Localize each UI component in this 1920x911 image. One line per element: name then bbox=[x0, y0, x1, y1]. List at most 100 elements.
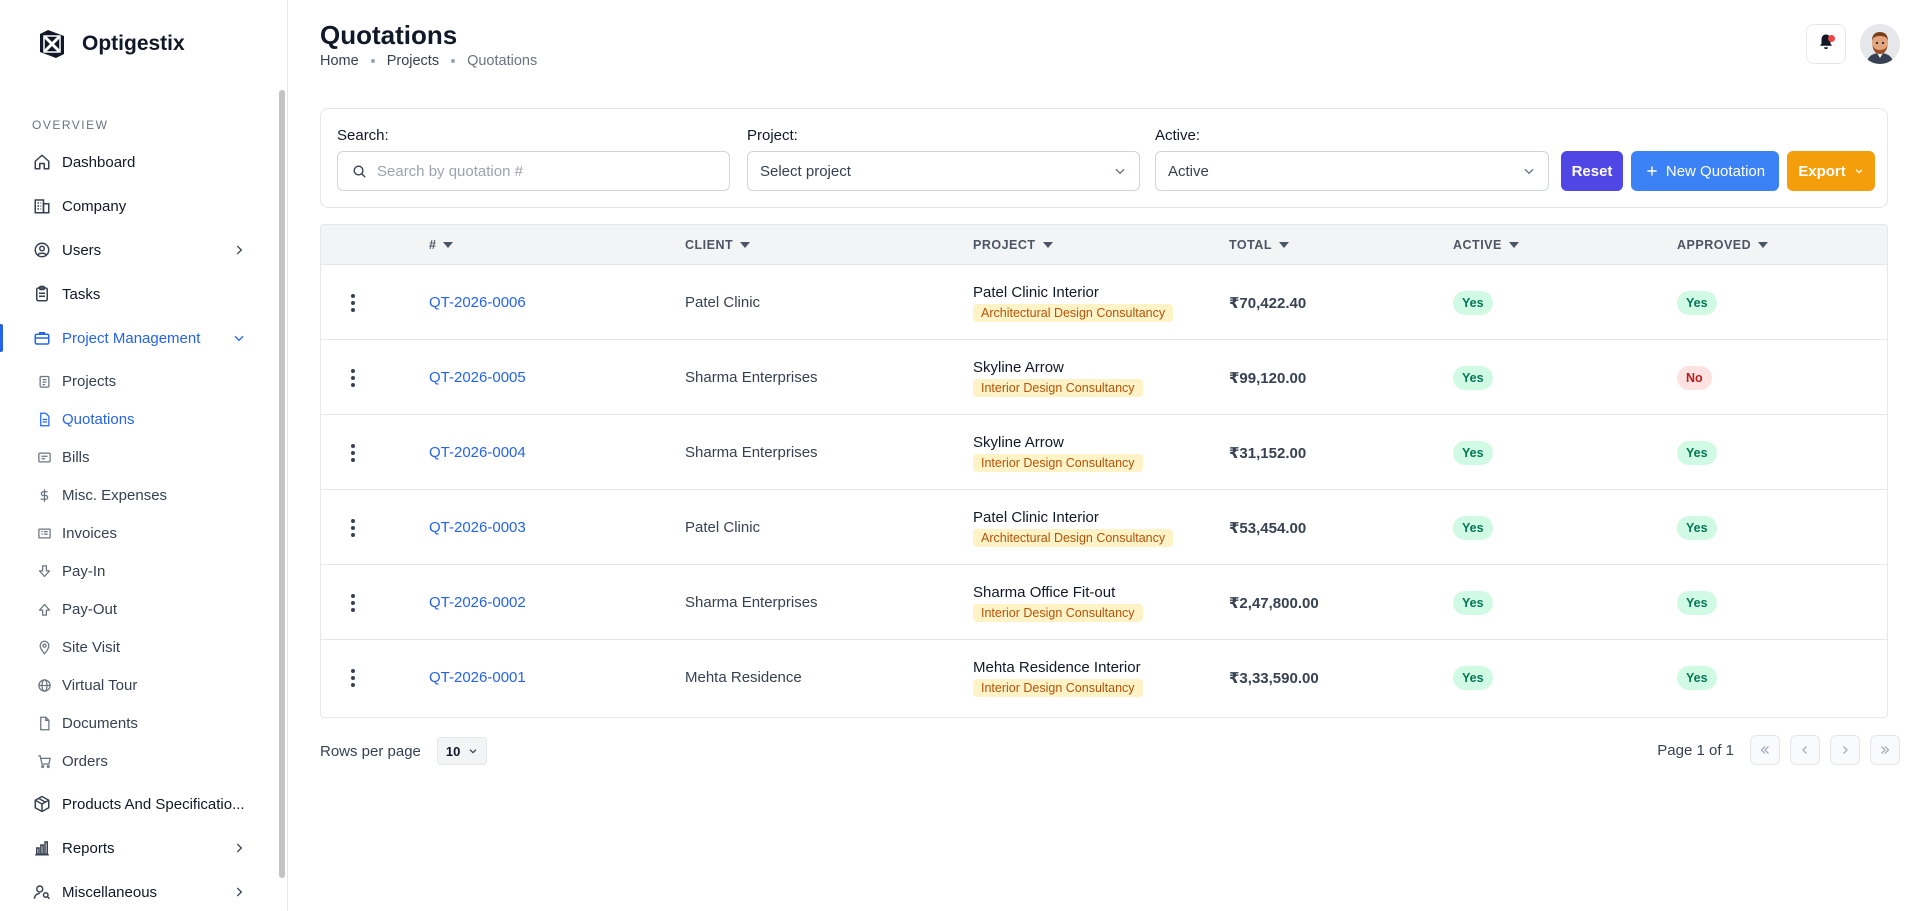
column-header-number[interactable]: # bbox=[429, 225, 454, 265]
quotation-number-link[interactable]: QT-2026-0006 bbox=[429, 294, 526, 311]
chevrons-left-icon bbox=[1759, 744, 1771, 756]
quotation-number-link[interactable]: QT-2026-0003 bbox=[429, 519, 526, 536]
project-select[interactable]: Select project bbox=[747, 151, 1140, 191]
quotation-number-link[interactable]: QT-2026-0005 bbox=[429, 369, 526, 386]
sidebar-subitem-label: Documents bbox=[62, 714, 138, 732]
project-name: Skyline Arrow bbox=[973, 358, 1064, 376]
row-actions-menu-icon[interactable] bbox=[343, 441, 363, 465]
clipboard-icon bbox=[32, 284, 52, 304]
sidebar-subitem-label: Quotations bbox=[62, 410, 135, 428]
page-title: Quotations bbox=[320, 20, 458, 50]
sidebar-subitem-documents[interactable]: Documents bbox=[0, 704, 287, 742]
row-actions-menu-icon[interactable] bbox=[343, 366, 363, 390]
last-page-button[interactable] bbox=[1870, 735, 1900, 765]
reset-button[interactable]: Reset bbox=[1561, 151, 1623, 191]
sidebar-item-company[interactable]: Company bbox=[0, 184, 287, 228]
file-text-icon bbox=[36, 411, 52, 427]
row-actions-menu-icon[interactable] bbox=[343, 516, 363, 540]
row-actions-menu-icon[interactable] bbox=[343, 666, 363, 690]
client-name: Patel Clinic bbox=[685, 294, 761, 311]
globe-icon bbox=[36, 677, 52, 693]
sidebar-subitem-bills[interactable]: Bills bbox=[0, 438, 287, 476]
quotation-number-link[interactable]: QT-2026-0004 bbox=[429, 444, 526, 461]
sidebar-subitem-misc-expenses[interactable]: Misc. Expenses bbox=[0, 476, 287, 514]
new-quotation-button[interactable]: New Quotation bbox=[1631, 151, 1779, 191]
sidebar-item-reports[interactable]: Reports bbox=[0, 826, 287, 870]
quotation-number-link[interactable]: QT-2026-0001 bbox=[429, 669, 526, 686]
sidebar-subitem-label: Misc. Expenses bbox=[62, 486, 168, 504]
sidebar-item-label: Dashboard bbox=[62, 153, 136, 171]
notifications-button[interactable] bbox=[1806, 24, 1846, 64]
brand[interactable]: Optigestix bbox=[0, 0, 287, 88]
sidebar-item-miscellaneous[interactable]: Miscellaneous bbox=[0, 870, 287, 911]
project-category-tag: Interior Design Consultancy bbox=[973, 678, 1143, 697]
chevron-down-icon bbox=[468, 746, 478, 756]
next-page-button[interactable] bbox=[1830, 735, 1860, 765]
sidebar-subitem-pay-out[interactable]: Pay-Out bbox=[0, 590, 287, 628]
sidebar-item-label: Project Management bbox=[62, 329, 201, 347]
search-icon bbox=[352, 164, 367, 179]
user-circle-icon bbox=[32, 240, 52, 260]
previous-page-button[interactable] bbox=[1790, 735, 1820, 765]
search-label: Search: bbox=[337, 127, 389, 144]
clipboard-list-icon bbox=[36, 373, 52, 389]
sort-caret-icon bbox=[1042, 242, 1053, 248]
table-body: QT-2026-0006 Patel Clinic Patel Clinic I… bbox=[321, 265, 1887, 715]
sidebar-subitem-quotations[interactable]: Quotations bbox=[0, 400, 287, 438]
sidebar-item-label: Company bbox=[62, 197, 127, 215]
chevron-down-icon bbox=[231, 330, 247, 346]
column-header-approved[interactable]: APPROVED bbox=[1677, 225, 1769, 265]
sidebar-subitem-projects[interactable]: Projects bbox=[0, 362, 287, 400]
column-header-label: ACTIVE bbox=[1453, 238, 1502, 252]
export-button[interactable]: Export bbox=[1787, 151, 1875, 191]
chevrons-right-icon bbox=[1879, 744, 1891, 756]
active-select[interactable]: Active bbox=[1155, 151, 1549, 191]
active-status-badge: Yes bbox=[1453, 590, 1493, 615]
sidebar-item-project-management[interactable]: Project Management bbox=[0, 316, 287, 360]
approved-status-badge: No bbox=[1677, 365, 1712, 390]
table-row: QT-2026-0003 Patel Clinic Patel Clinic I… bbox=[321, 490, 1887, 565]
sidebar-subitem-orders[interactable]: Orders bbox=[0, 742, 287, 780]
project-management-submenu: Projects Quotations Bills Misc. Expenses… bbox=[0, 360, 287, 780]
active-status-badge: Yes bbox=[1453, 665, 1493, 690]
approved-status-badge: Yes bbox=[1677, 440, 1717, 465]
column-header-label: TOTAL bbox=[1229, 238, 1273, 252]
chevron-right-icon bbox=[231, 840, 247, 856]
search-placeholder: Search by quotation # bbox=[377, 162, 523, 180]
column-header-active[interactable]: ACTIVE bbox=[1453, 225, 1519, 265]
column-header-total[interactable]: TOTAL bbox=[1229, 225, 1290, 265]
project-label: Project: bbox=[747, 127, 798, 144]
active-select-value: Active bbox=[1168, 162, 1209, 180]
total-amount: ₹53,454.00 bbox=[1229, 519, 1307, 537]
avatar[interactable] bbox=[1860, 24, 1900, 64]
total-amount: ₹99,120.00 bbox=[1229, 369, 1307, 387]
breadcrumb-home[interactable]: Home bbox=[320, 53, 359, 69]
sidebar-subitem-virtual-tour[interactable]: Virtual Tour bbox=[0, 666, 287, 704]
project-name: Patel Clinic Interior bbox=[973, 508, 1099, 526]
rows-per-page-select[interactable]: 10 bbox=[436, 737, 488, 765]
sidebar-item-label: Products And Specificatio... bbox=[62, 795, 245, 813]
table-row: QT-2026-0002 Sharma Enterprises Sharma O… bbox=[321, 565, 1887, 640]
row-actions-menu-icon[interactable] bbox=[343, 591, 363, 615]
chevron-down-icon bbox=[1522, 164, 1536, 178]
pagination: Page 1 of 1 bbox=[1657, 735, 1900, 765]
sidebar-item-users[interactable]: Users bbox=[0, 228, 287, 272]
breadcrumb-projects[interactable]: Projects bbox=[387, 53, 439, 69]
plus-icon bbox=[1645, 164, 1659, 178]
first-page-button[interactable] bbox=[1750, 735, 1780, 765]
active-status-badge: Yes bbox=[1453, 515, 1493, 540]
sidebar-subitem-label: Pay-In bbox=[62, 562, 106, 580]
client-name: Sharma Enterprises bbox=[685, 594, 818, 611]
search-input[interactable]: Search by quotation # bbox=[337, 151, 730, 191]
sidebar-subitem-pay-in[interactable]: Pay-In bbox=[0, 552, 287, 590]
sidebar-subitem-invoices[interactable]: Invoices bbox=[0, 514, 287, 552]
sidebar-item-tasks[interactable]: Tasks bbox=[0, 272, 287, 316]
sidebar-subitem-site-visit[interactable]: Site Visit bbox=[0, 628, 287, 666]
column-header-project[interactable]: PROJECT bbox=[973, 225, 1053, 265]
project-category-tag: Architectural Design Consultancy bbox=[973, 528, 1174, 547]
quotation-number-link[interactable]: QT-2026-0002 bbox=[429, 594, 526, 611]
row-actions-menu-icon[interactable] bbox=[343, 291, 363, 315]
sidebar-item-products-and-specifications[interactable]: Products And Specificatio... bbox=[0, 782, 287, 826]
column-header-client[interactable]: CLIENT bbox=[685, 225, 751, 265]
sidebar-item-dashboard[interactable]: Dashboard bbox=[0, 140, 287, 184]
